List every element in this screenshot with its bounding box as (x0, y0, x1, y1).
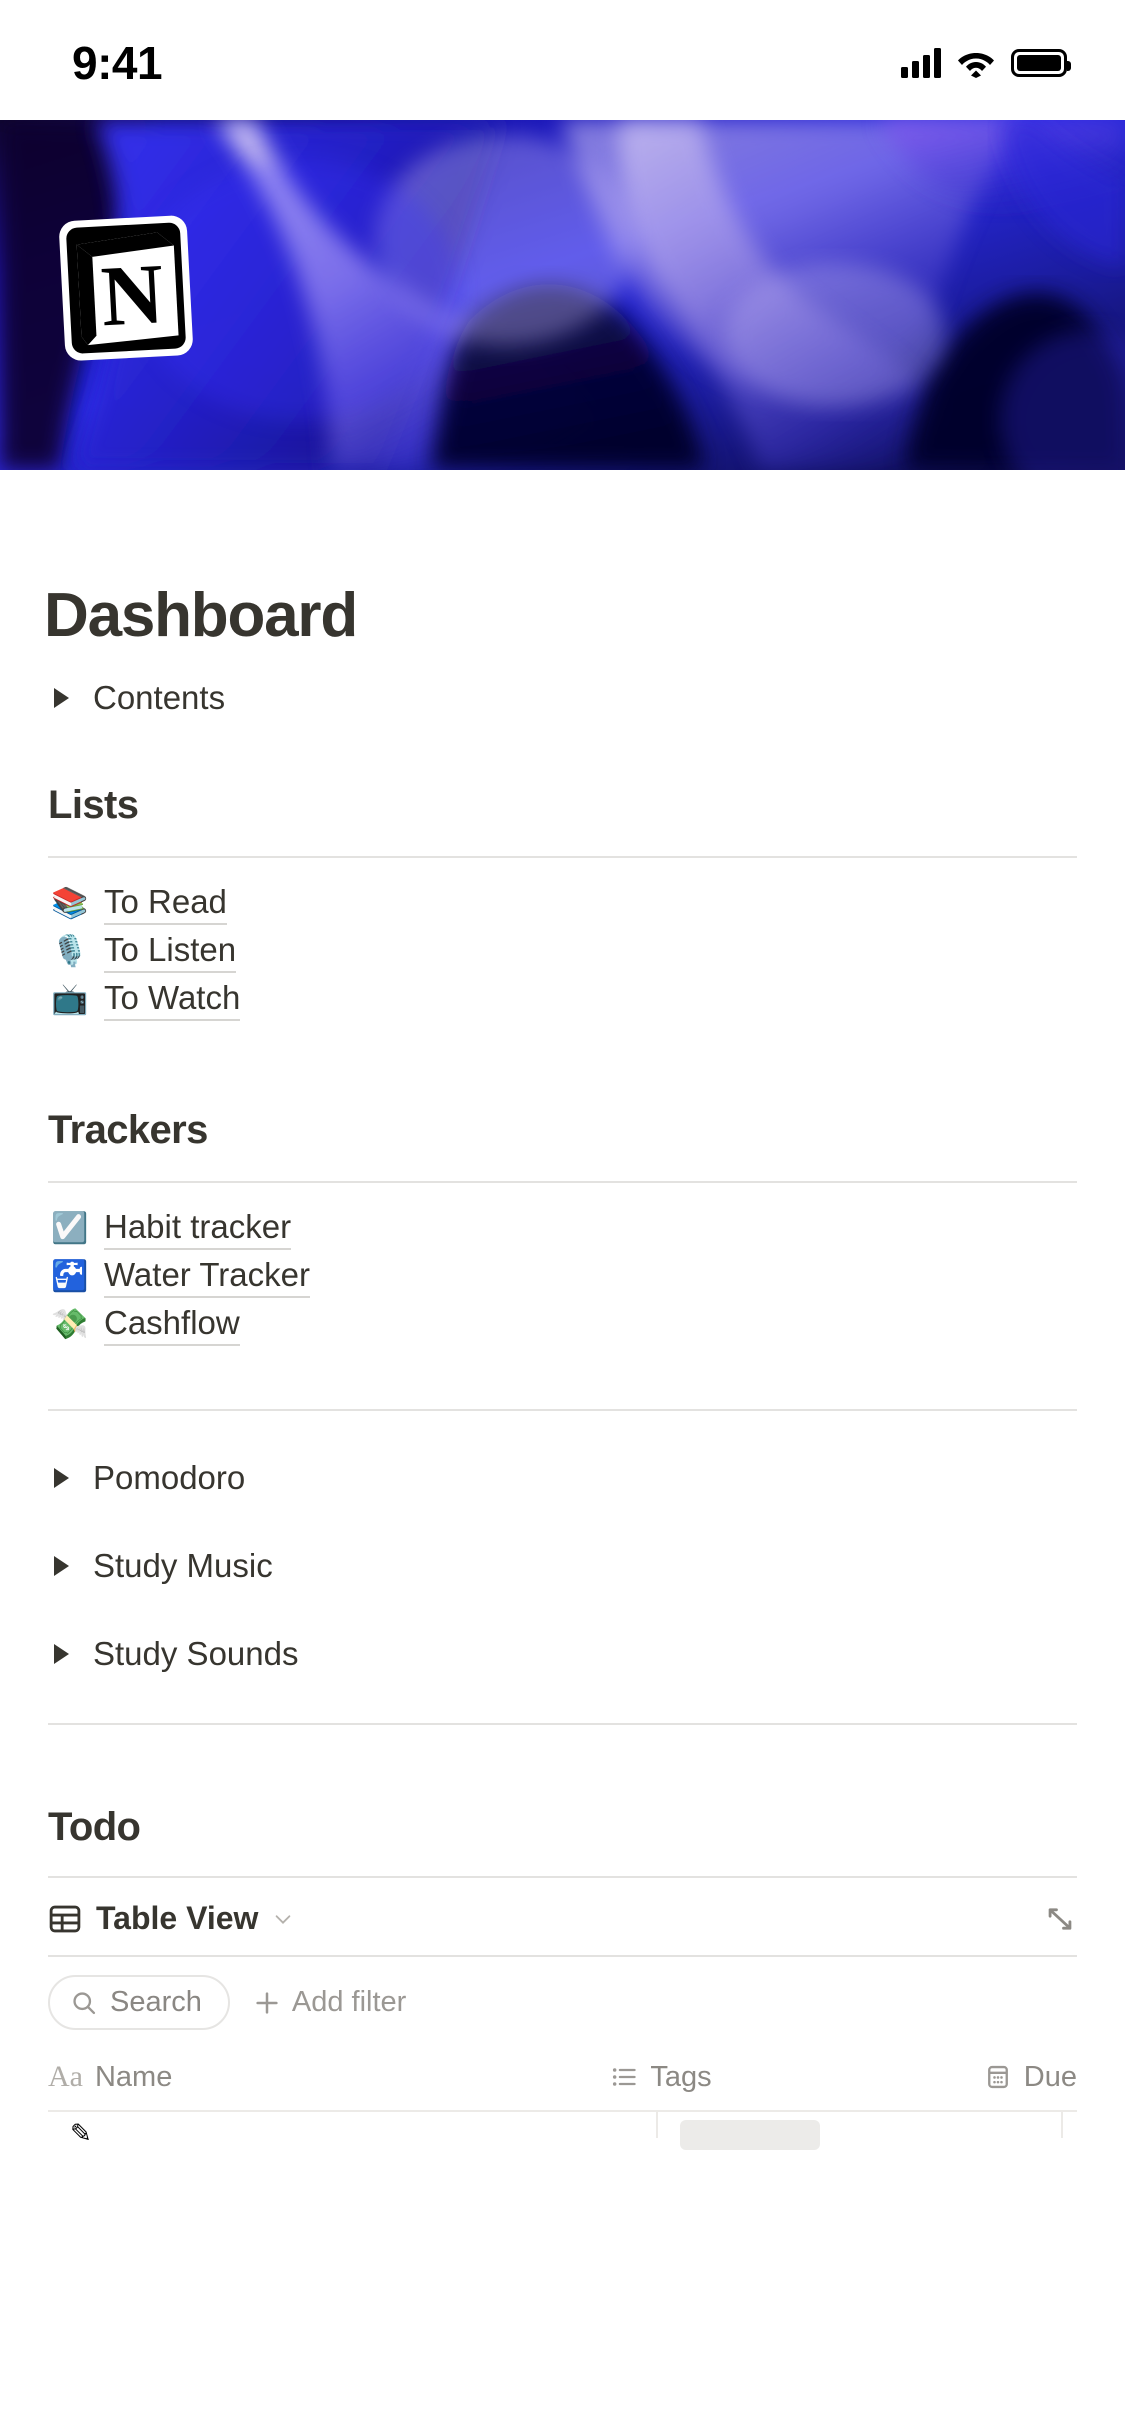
page-title: Dashboard (44, 581, 358, 650)
potable-water-emoji: 🚰 (51, 1260, 89, 1293)
battery-icon (1011, 49, 1071, 77)
table-row[interactable]: ✎ (48, 2112, 1077, 2150)
page-link-label: Habit tracker (104, 1208, 292, 1250)
add-filter-label: Add filter (291, 1986, 407, 2018)
column-label: Name (94, 2060, 173, 2093)
plus-icon (256, 1991, 278, 2014)
page-link-to-listen[interactable]: 🎙️ To Listen (48, 928, 1077, 976)
svg-text:N: N (99, 245, 166, 344)
expand-diagonal-icon[interactable] (1043, 1902, 1077, 1936)
column-header-tags[interactable]: Tags (610, 2061, 983, 2094)
studio-microphone-emoji: 🎙️ (51, 935, 89, 968)
page-content: Dashboard Contents Lists 📚 To Read 🎙️ To… (0, 580, 1125, 2150)
page-link-label: To Read (104, 883, 227, 925)
toggle-pomodoro[interactable]: Pomodoro (48, 1453, 1077, 1503)
column-header-name[interactable]: Aa Name (48, 2060, 610, 2094)
tab-label: Table View (96, 1900, 259, 1936)
contents-toggle-label: Contents (93, 679, 226, 716)
contents-toggle[interactable]: Contents (48, 673, 1077, 723)
column-label: Due (1023, 2060, 1077, 2093)
triangle-right-icon[interactable] (54, 1468, 69, 1488)
toggle-study-sounds[interactable]: Study Sounds (48, 1629, 1077, 1679)
toggle-label: Pomodoro (93, 1459, 246, 1496)
money-with-wings-emoji: 💸 (51, 1308, 89, 1341)
add-filter-button[interactable]: Add filter (252, 1986, 406, 2019)
tag-chip (680, 2120, 820, 2150)
television-emoji: 📺 (51, 983, 89, 1016)
notion-logo-icon[interactable]: N (52, 212, 204, 364)
search-icon (73, 1991, 96, 2014)
column-label: Tags (650, 2060, 712, 2093)
section-heading-trackers: Trackers (48, 1108, 208, 1152)
table-grid-icon (49, 1905, 81, 1932)
database-toolbar: Search Add filter (48, 1957, 1077, 2046)
section-heading-lists: Lists (48, 783, 139, 827)
text-type-icon: Aa (48, 2060, 83, 2093)
page-link-water-tracker[interactable]: 🚰 Water Tracker (48, 1253, 1077, 1301)
page-link-to-watch[interactable]: 📺 To Watch (48, 976, 1077, 1024)
triangle-right-icon[interactable] (54, 1556, 69, 1576)
toggle-label: Study Music (93, 1547, 273, 1584)
toggle-study-music[interactable]: Study Music (48, 1541, 1077, 1591)
page-link-label: Water Tracker (104, 1256, 310, 1298)
table-cell-name[interactable]: ✎ (48, 2112, 658, 2148)
page-link-label: Cashflow (104, 1304, 240, 1346)
triangle-right-icon[interactable] (54, 688, 69, 708)
multiselect-type-icon (613, 2068, 637, 2086)
status-bar-indicators (901, 48, 1071, 78)
page-link-label: To Listen (104, 931, 237, 973)
page-link-cashflow[interactable]: 💸 Cashflow (48, 1301, 1077, 1349)
tab-table-view[interactable]: Table View (48, 1900, 294, 1937)
page-link-label: To Watch (104, 979, 241, 1021)
table-cell-due[interactable] (1063, 2112, 1077, 2138)
divider-after-trackers (48, 1409, 1077, 1411)
toggle-label: Study Sounds (93, 1635, 299, 1672)
database-view-tabs: Table View (48, 1878, 1077, 1955)
table-cell-tags[interactable] (658, 2112, 1063, 2150)
chevron-down-icon[interactable] (272, 1908, 294, 1930)
status-bar: 9:41 (0, 0, 1125, 120)
section-heading-todo: Todo (48, 1805, 141, 1849)
search-input[interactable]: Search (48, 1975, 230, 2030)
date-type-icon (987, 2065, 1008, 2089)
wifi-icon (957, 48, 995, 78)
triangle-right-icon[interactable] (54, 1644, 69, 1664)
database-column-headers: Aa Name Tags Due (48, 2046, 1077, 2110)
page-link-to-read[interactable]: 📚 To Read (48, 880, 1077, 928)
row-emoji-icon: ✎ (70, 2118, 92, 2148)
checkbox-emoji: ☑️ (51, 1212, 89, 1245)
search-placeholder: Search (110, 1986, 202, 2018)
page-link-habit-tracker[interactable]: ☑️ Habit tracker (48, 1205, 1077, 1253)
cellular-signal-icon (901, 48, 941, 78)
books-emoji: 📚 (51, 887, 89, 920)
column-header-due[interactable]: Due (984, 2061, 1077, 2094)
status-bar-time: 9:41 (72, 37, 163, 89)
